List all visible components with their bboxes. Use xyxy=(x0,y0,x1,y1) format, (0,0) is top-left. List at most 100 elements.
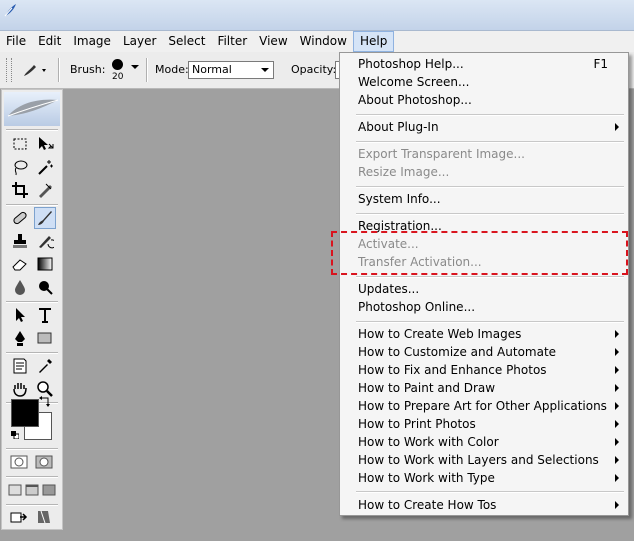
hand-icon xyxy=(13,383,27,397)
quick-mask-button[interactable] xyxy=(33,451,55,473)
brush-preset-icon[interactable] xyxy=(20,60,50,80)
menu-item-about-plug-in[interactable]: About Plug-In xyxy=(340,118,628,136)
submenu-arrow-icon xyxy=(615,438,619,446)
pen-icon xyxy=(15,331,25,346)
menu-item-how-to-fix-and-enhance-photos[interactable]: How to Fix and Enhance Photos xyxy=(340,361,628,379)
brush-icon xyxy=(38,211,52,225)
menu-help[interactable]: Help xyxy=(352,31,395,52)
menu-item-how-to-create-how-tos[interactable]: How to Create How Tos xyxy=(340,496,628,514)
blur-tool[interactable] xyxy=(9,276,31,298)
rectangle-tool[interactable] xyxy=(34,327,56,349)
menu-item-system-info[interactable]: System Info... xyxy=(340,190,628,208)
toolbox-separator xyxy=(6,129,58,131)
eyedropper-tool[interactable] xyxy=(34,355,56,377)
menu-filter[interactable]: Filter xyxy=(211,31,253,52)
brush-size-value: 20 xyxy=(112,72,124,82)
toolbox-separator xyxy=(6,301,58,303)
menu-view[interactable]: View xyxy=(253,31,293,52)
pen-tool[interactable] xyxy=(9,327,31,349)
submenu-arrow-icon xyxy=(615,366,619,374)
menu-layer[interactable]: Layer xyxy=(117,31,162,52)
menu-item-how-to-work-with-type[interactable]: How to Work with Type xyxy=(340,469,628,487)
hand-tool[interactable] xyxy=(9,378,31,400)
menu-item-how-to-print-photos[interactable]: How to Print Photos xyxy=(340,415,628,433)
magic-wand-tool[interactable] xyxy=(34,156,56,178)
toolbox-separator xyxy=(6,204,58,206)
mode-label: Mode: xyxy=(155,63,189,76)
imageready-icon xyxy=(10,512,28,523)
foreground-color-swatch[interactable] xyxy=(11,399,39,427)
mode-select[interactable]: Normal xyxy=(188,61,274,79)
standard-mode-button[interactable] xyxy=(8,451,30,473)
lasso-tool[interactable] xyxy=(9,156,31,178)
clone-stamp-tool[interactable] xyxy=(9,230,31,252)
toolbox-separator xyxy=(6,352,58,354)
swap-colors-icon[interactable] xyxy=(39,395,51,407)
screen-mode-full-button[interactable] xyxy=(38,479,60,501)
brush-tool[interactable] xyxy=(34,207,56,229)
jump-to-imageready-button[interactable] xyxy=(8,506,30,528)
menu-item-export-transparent-image: Export Transparent Image... xyxy=(358,147,525,161)
options-separator xyxy=(58,58,60,82)
gradient-tool[interactable] xyxy=(34,253,56,275)
submenu-arrow-icon xyxy=(615,456,619,464)
eraser-icon xyxy=(12,259,27,271)
healing-brush-tool[interactable] xyxy=(9,207,31,229)
menu-item-how-to-prepare-art[interactable]: How to Prepare Art for Other Application… xyxy=(340,397,628,415)
toolbox-separator xyxy=(6,476,58,478)
menu-item-welcome-screen[interactable]: Welcome Screen... xyxy=(340,73,628,91)
jump-app-icon xyxy=(38,510,50,524)
chevron-down-icon xyxy=(261,68,269,72)
menu-separator xyxy=(356,213,624,215)
options-grip[interactable] xyxy=(6,58,12,82)
help-menu-dropdown: Photoshop Help... F1 Welcome Screen... Ab… xyxy=(339,52,629,516)
mode-value: Normal xyxy=(192,63,232,76)
options-separator xyxy=(146,58,148,82)
slice-icon xyxy=(39,183,52,198)
eyedropper-icon xyxy=(39,359,52,373)
eraser-tool[interactable] xyxy=(9,253,31,275)
menu-item-photoshop-online[interactable]: Photoshop Online... xyxy=(340,298,628,316)
menu-image[interactable]: Image xyxy=(67,31,117,52)
submenu-arrow-icon xyxy=(615,420,619,428)
clone-stamp-icon xyxy=(13,234,27,248)
activation-highlight-box xyxy=(331,231,628,275)
brush-tip-icon[interactable] xyxy=(112,59,123,70)
menu-item-how-to-work-with-color[interactable]: How to Work with Color xyxy=(340,433,628,451)
menu-item-updates[interactable]: Updates... xyxy=(340,280,628,298)
menu-window[interactable]: Window xyxy=(294,31,353,52)
menu-item-how-to-customize-and-automate[interactable]: How to Customize and Automate xyxy=(340,343,628,361)
menu-edit[interactable]: Edit xyxy=(32,31,67,52)
menu-item-how-to-create-web-images[interactable]: How to Create Web Images xyxy=(340,325,628,343)
menu-item-how-to-work-with-layers[interactable]: How to Work with Layers and Selections xyxy=(340,451,628,469)
notes-tool[interactable] xyxy=(9,355,31,377)
notes-icon xyxy=(13,358,27,374)
menu-bar: File Edit Image Layer Select Filter View… xyxy=(0,31,634,52)
crop-tool[interactable] xyxy=(9,179,31,201)
menu-item-resize-image: Resize Image... xyxy=(358,165,450,179)
quick-mask-icon xyxy=(35,455,53,469)
move-tool[interactable] xyxy=(34,133,56,155)
standard-mode-icon xyxy=(10,455,28,469)
rectangle-icon xyxy=(37,332,52,344)
path-select-tool[interactable] xyxy=(9,304,31,326)
toolbox-header[interactable] xyxy=(4,92,60,126)
app-feather-icon xyxy=(4,4,16,17)
slice-tool[interactable] xyxy=(34,179,56,201)
menu-item-photoshop-help[interactable]: Photoshop Help... F1 xyxy=(340,55,628,73)
marquee-tool[interactable] xyxy=(9,133,31,155)
menu-separator xyxy=(356,321,624,323)
menu-select[interactable]: Select xyxy=(162,31,211,52)
brush-picker-chevron-icon[interactable] xyxy=(131,65,139,69)
title-bar xyxy=(0,0,634,31)
menu-item-about-photoshop[interactable]: About Photoshop... xyxy=(340,91,628,109)
menu-item-how-to-paint-and-draw[interactable]: How to Paint and Draw xyxy=(340,379,628,397)
submenu-arrow-icon xyxy=(615,348,619,356)
history-brush-tool[interactable] xyxy=(34,230,56,252)
type-tool[interactable] xyxy=(34,304,56,326)
default-colors-icon[interactable] xyxy=(11,431,19,439)
menu-file[interactable]: File xyxy=(0,31,32,52)
dodge-tool[interactable] xyxy=(34,276,56,298)
history-brush-icon xyxy=(39,236,54,249)
jump-to-app-button[interactable] xyxy=(33,506,55,528)
